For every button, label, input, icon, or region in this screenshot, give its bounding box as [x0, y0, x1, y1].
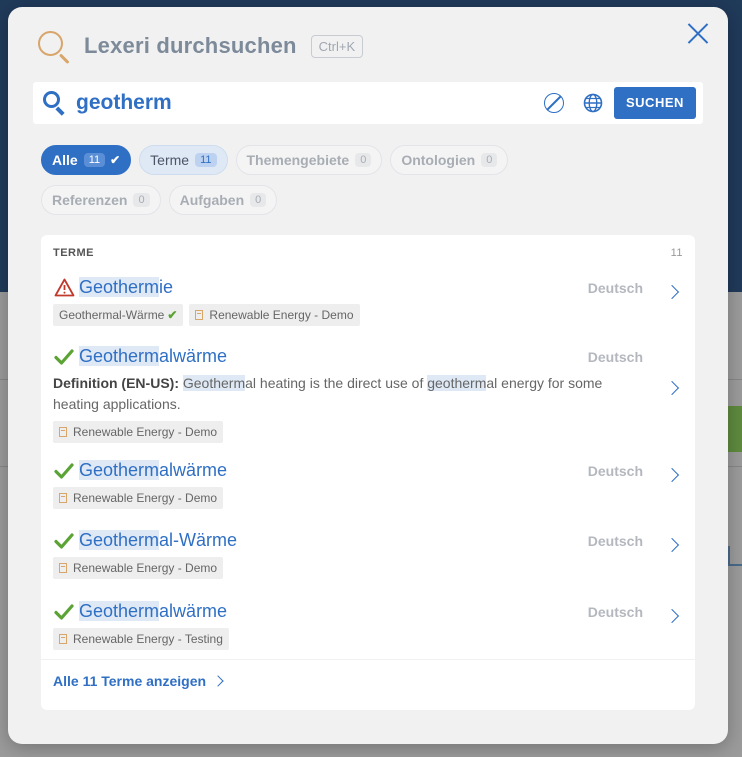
- title-rest: al-Wärme: [159, 530, 238, 550]
- tag-label: Renewable Energy - Testing: [73, 632, 223, 646]
- filter-label: Ontologien: [401, 152, 476, 168]
- highlight-match: Geotherm: [79, 460, 160, 480]
- tag-label: Renewable Energy - Demo: [73, 561, 218, 575]
- filter-count: 0: [355, 153, 372, 167]
- show-all-label: Alle 11 Terme anzeigen: [53, 673, 207, 689]
- definition-text: al heating is the direct use of: [245, 375, 428, 391]
- tag-collection: Renewable Energy - Demo: [189, 304, 360, 326]
- show-all-link[interactable]: Alle 11 Terme anzeigen: [53, 673, 224, 689]
- result-definition: Definition (EN-US): Geothermal heating i…: [53, 373, 643, 415]
- document-icon: [59, 427, 67, 437]
- keyboard-shortcut-badge: Ctrl+K: [310, 34, 364, 58]
- tag-label: Renewable Energy - Demo: [73, 491, 218, 505]
- tag-collection: Renewable Energy - Demo: [53, 421, 224, 443]
- background-button: [728, 406, 742, 452]
- filter-chip-themengebiete[interactable]: Themengebiete 0: [235, 145, 383, 175]
- modal-header: Lexeri durchsuchen Ctrl+K: [36, 29, 364, 65]
- result-title[interactable]: Geothermie: [79, 277, 173, 298]
- document-icon: [59, 493, 67, 503]
- filter-count: 11: [83, 153, 106, 167]
- filter-chips: Alle 11 ✔ Terme 11 Themengebiete 0 Ontol…: [41, 145, 711, 225]
- check-icon: [53, 532, 75, 549]
- chevron-right-icon[interactable]: [664, 380, 680, 396]
- document-icon: [195, 310, 204, 320]
- result-item[interactable]: Geothermie Deutsch Geothermal-Wärme ✔ Ren…: [53, 277, 683, 326]
- tag-label: Renewable Energy - Demo: [209, 308, 354, 322]
- result-title[interactable]: Geothermal-Wärme: [79, 530, 237, 551]
- title-rest: alwärme: [159, 346, 228, 366]
- search-modal: Lexeri durchsuchen Ctrl+K SUCHEN Alle 11…: [8, 7, 728, 744]
- results-section-label: TERME: [53, 247, 94, 259]
- highlight-match: Geotherm: [79, 530, 160, 550]
- check-icon: [53, 462, 75, 479]
- result-title[interactable]: Geothermalwärme: [79, 460, 227, 481]
- result-item[interactable]: Geothermalwärme Deutsch Definition (EN-U…: [53, 346, 683, 443]
- result-language: Deutsch: [587, 533, 643, 549]
- check-icon: ✔: [167, 308, 178, 322]
- filter-label: Themengebiete: [246, 152, 350, 168]
- globe-icon[interactable]: [583, 93, 603, 113]
- result-item[interactable]: Geothermalwärme Deutsch Renewable Energy…: [53, 601, 683, 650]
- result-title[interactable]: Geothermalwärme: [79, 346, 227, 367]
- definition-label: Definition (EN-US):: [53, 375, 179, 391]
- result-title[interactable]: Geothermalwärme: [79, 601, 227, 622]
- result-item[interactable]: Geothermal-Wärme Deutsch Renewable Energ…: [53, 530, 683, 579]
- chevron-right-icon: [212, 675, 224, 687]
- title-rest: ie: [159, 277, 174, 297]
- title-rest: alwärme: [159, 601, 228, 621]
- result-language: Deutsch: [587, 463, 643, 479]
- filter-label: Aufgaben: [179, 192, 245, 208]
- filter-chip-terme[interactable]: Terme 11: [139, 145, 228, 175]
- tag-label: Geothermal-Wärme: [59, 308, 165, 322]
- check-icon: [53, 603, 75, 620]
- filter-count: 11: [195, 153, 217, 167]
- document-icon: [59, 563, 67, 573]
- result-language: Deutsch: [587, 280, 643, 296]
- results-total-count: 11: [670, 247, 683, 259]
- highlight-match: Geotherm: [79, 601, 160, 621]
- filter-count: 0: [133, 193, 150, 207]
- highlight-match: Geotherm: [79, 346, 160, 366]
- results-header: TERME 11: [53, 247, 683, 259]
- filter-label: Referenzen: [52, 192, 128, 208]
- filter-chip-referenzen[interactable]: Referenzen 0: [41, 185, 161, 215]
- filter-count: 0: [481, 153, 498, 167]
- divider: [41, 659, 695, 660]
- filter-chip-alle[interactable]: Alle 11 ✔: [41, 145, 132, 175]
- title-rest: alwärme: [159, 460, 228, 480]
- search-input[interactable]: [76, 91, 516, 115]
- document-icon: [59, 634, 67, 644]
- tag-collection: Renewable Energy - Testing: [53, 628, 229, 650]
- filter-count: 0: [250, 193, 267, 207]
- filter-label: Alle: [52, 152, 78, 168]
- filter-chip-ontologien[interactable]: Ontologien 0: [390, 145, 509, 175]
- result-item[interactable]: Geothermalwärme Deutsch Renewable Energy…: [53, 460, 683, 509]
- download-icon: [728, 546, 742, 566]
- highlight-match: Geotherm: [79, 277, 160, 297]
- modal-title: Lexeri durchsuchen: [84, 33, 297, 58]
- result-language: Deutsch: [587, 349, 643, 365]
- tag-collection: Renewable Energy - Demo: [53, 557, 224, 579]
- check-icon: [53, 348, 75, 365]
- search-icon: [36, 29, 70, 65]
- clear-icon[interactable]: [544, 93, 564, 113]
- search-button[interactable]: SUCHEN: [614, 87, 696, 119]
- highlight-match: Geotherm: [182, 375, 246, 391]
- tag-synonym: Geothermal-Wärme ✔: [53, 304, 184, 326]
- filter-chip-aufgaben[interactable]: Aufgaben 0: [168, 185, 278, 215]
- close-icon[interactable]: [686, 21, 710, 45]
- search-icon: [42, 90, 68, 116]
- result-language: Deutsch: [587, 604, 643, 620]
- tag-label: Renewable Energy - Demo: [73, 425, 218, 439]
- results-card: TERME 11 Geothermie Deutsch Geothermal-W…: [41, 235, 695, 710]
- tag-collection: Renewable Energy - Demo: [53, 487, 224, 509]
- check-icon: ✔: [110, 153, 121, 167]
- filter-label: Terme: [150, 152, 190, 168]
- search-bar: SUCHEN: [33, 82, 703, 124]
- warning-icon: [53, 278, 75, 297]
- highlight-match: geotherm: [427, 375, 487, 391]
